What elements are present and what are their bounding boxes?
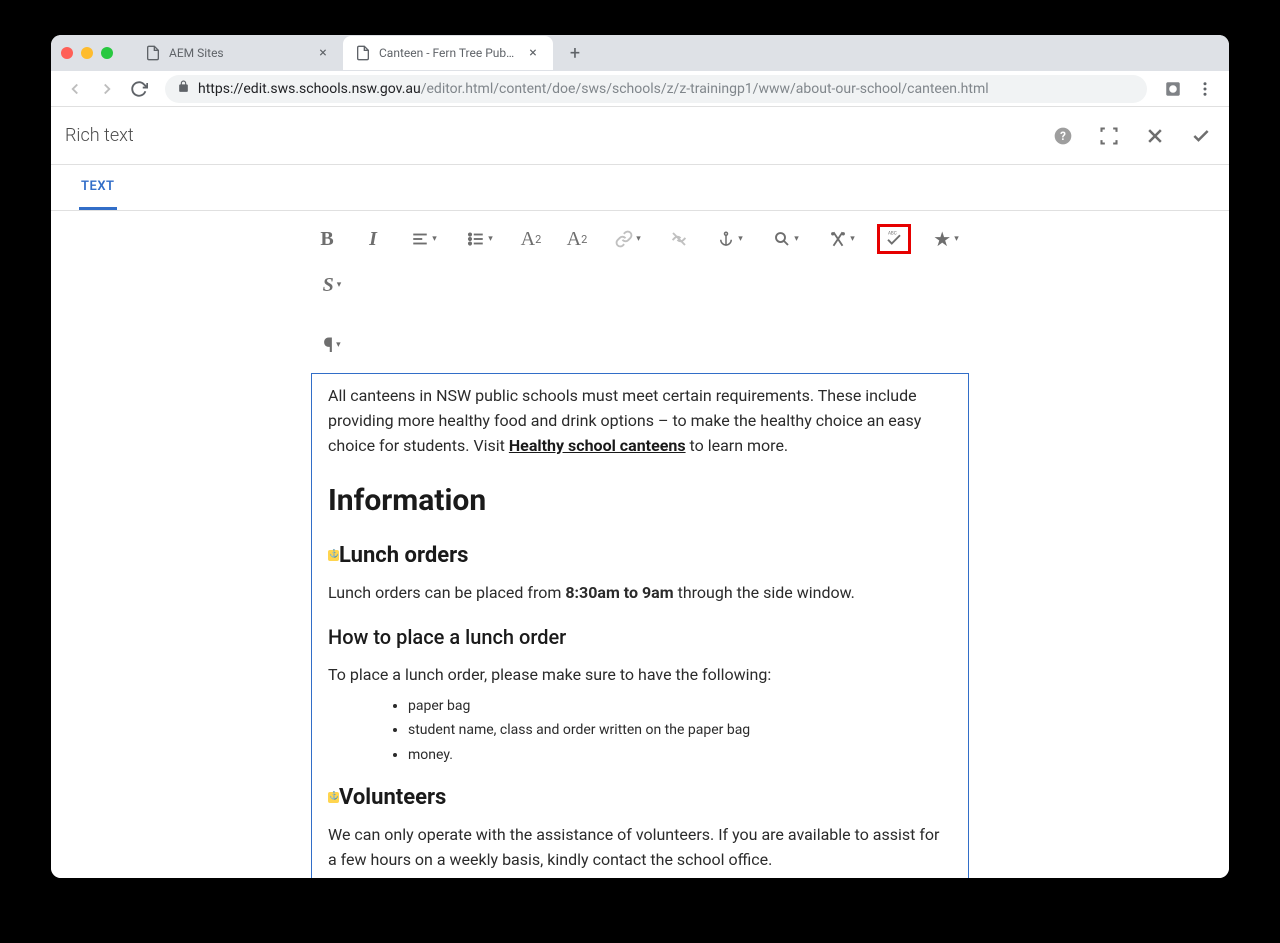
extension-icon[interactable] bbox=[1159, 75, 1187, 103]
dialog-header: Rich text ? bbox=[51, 107, 1229, 165]
misctools-button[interactable]: ▾ bbox=[821, 223, 863, 255]
intro-paragraph[interactable]: All canteens in NSW public schools must … bbox=[328, 384, 952, 458]
browser-tab-bar: AEM Sites × Canteen - Fern Tree Public S… bbox=[51, 35, 1229, 71]
text: to learn more. bbox=[686, 436, 789, 455]
text: through the side window. bbox=[674, 583, 855, 602]
chevron-down-icon: ▾ bbox=[738, 234, 743, 244]
maximize-window-button[interactable] bbox=[101, 47, 113, 59]
justify-button[interactable]: ▾ bbox=[403, 223, 445, 255]
unlink-button[interactable] bbox=[663, 223, 695, 255]
minimize-window-button[interactable] bbox=[81, 47, 93, 59]
specialchars-button[interactable]: ★ ▾ bbox=[925, 223, 967, 255]
spellcheck-button[interactable]: ABC bbox=[877, 224, 911, 254]
svg-text:?: ? bbox=[1060, 129, 1066, 143]
chevron-down-icon: ▾ bbox=[954, 234, 959, 244]
back-button[interactable] bbox=[61, 75, 89, 103]
italic-button[interactable]: I bbox=[357, 223, 389, 255]
how-to-intro-paragraph[interactable]: To place a lunch order, please make sure… bbox=[328, 663, 952, 688]
heading-lunch-orders[interactable]: Lunch orders bbox=[328, 539, 952, 573]
file-icon bbox=[145, 45, 161, 61]
heading-information[interactable]: Information bbox=[328, 478, 952, 525]
url-text: https://edit.sws.schools.nsw.gov.au/edit… bbox=[198, 81, 989, 97]
superscript-button[interactable]: A2 bbox=[561, 223, 593, 255]
anchor-icon bbox=[328, 550, 339, 561]
healthy-canteens-link[interactable]: Healthy school canteens bbox=[509, 436, 686, 455]
app-content: Rich text ? TEXT B I bbox=[51, 107, 1229, 878]
close-tab-button[interactable]: × bbox=[525, 45, 541, 61]
paraformat-button[interactable]: ¶ ▾ bbox=[311, 329, 353, 361]
chevron-down-icon: ▾ bbox=[850, 234, 855, 244]
reload-button[interactable] bbox=[125, 75, 153, 103]
new-tab-button[interactable]: + bbox=[561, 39, 589, 67]
chevron-down-icon: ▾ bbox=[794, 234, 799, 244]
close-tab-button[interactable]: × bbox=[315, 45, 331, 61]
list-item[interactable]: money. bbox=[408, 745, 952, 767]
svg-text:ABC: ABC bbox=[888, 231, 897, 237]
list-button[interactable]: ▾ bbox=[459, 223, 501, 255]
lunch-orders-paragraph[interactable]: Lunch orders can be placed from 8:30am t… bbox=[328, 581, 952, 606]
address-bar-row: https://edit.sws.schools.nsw.gov.au/edit… bbox=[51, 71, 1229, 107]
header-actions: ? bbox=[1049, 122, 1215, 150]
browser-menu-button[interactable] bbox=[1191, 75, 1219, 103]
bold-button[interactable]: B bbox=[311, 223, 343, 255]
browser-tab-2[interactable]: Canteen - Fern Tree Public Sch × bbox=[343, 36, 553, 70]
heading-volunteers[interactable]: Volunteers bbox=[328, 781, 952, 815]
forward-button[interactable] bbox=[93, 75, 121, 103]
help-button[interactable]: ? bbox=[1049, 122, 1077, 150]
styles-button[interactable]: S ▾ bbox=[311, 269, 353, 301]
tab-title: Canteen - Fern Tree Public Sch bbox=[379, 46, 517, 60]
rte-toolbar: B I ▾ ▾ A2 A2 ▾ bbox=[51, 211, 1229, 365]
hyperlink-button[interactable]: ▾ bbox=[607, 223, 649, 255]
heading-text: Volunteers bbox=[339, 781, 446, 815]
heading-text: Lunch orders bbox=[339, 539, 468, 573]
close-window-button[interactable] bbox=[61, 47, 73, 59]
fullscreen-button[interactable] bbox=[1095, 122, 1123, 150]
tab-title: AEM Sites bbox=[169, 46, 307, 60]
lock-icon bbox=[177, 80, 190, 97]
chevron-down-icon: ▾ bbox=[636, 234, 641, 244]
chevron-down-icon: ▾ bbox=[336, 340, 341, 350]
list-item[interactable]: student name, class and order written on… bbox=[408, 720, 952, 742]
window-controls bbox=[61, 47, 113, 59]
browser-window: AEM Sites × Canteen - Fern Tree Public S… bbox=[51, 35, 1229, 878]
anchor-icon bbox=[328, 792, 339, 803]
bold-text: 8:30am to 9am bbox=[565, 583, 673, 602]
chevron-down-icon: ▾ bbox=[432, 234, 437, 244]
dialog-title: Rich text bbox=[65, 125, 1049, 146]
chevron-down-icon: ▾ bbox=[337, 280, 342, 290]
volunteers-paragraph[interactable]: We can only operate with the assistance … bbox=[328, 823, 952, 873]
file-icon bbox=[355, 45, 371, 61]
done-button[interactable] bbox=[1187, 122, 1215, 150]
address-bar[interactable]: https://edit.sws.schools.nsw.gov.au/edit… bbox=[165, 75, 1147, 103]
text: Lunch orders can be placed from bbox=[328, 583, 565, 602]
browser-tab-1[interactable]: AEM Sites × bbox=[133, 36, 343, 70]
cancel-button[interactable] bbox=[1141, 122, 1169, 150]
subscript-button[interactable]: A2 bbox=[515, 223, 547, 255]
tab-text[interactable]: TEXT bbox=[79, 165, 117, 210]
heading-how-to[interactable]: How to place a lunch order bbox=[328, 622, 952, 653]
find-replace-button[interactable]: ▾ bbox=[765, 223, 807, 255]
requirements-list[interactable]: paper bag student name, class and order … bbox=[328, 696, 952, 767]
rich-text-editor[interactable]: All canteens in NSW public schools must … bbox=[311, 373, 969, 878]
editor-tabs: TEXT bbox=[51, 165, 1229, 211]
chevron-down-icon: ▾ bbox=[488, 234, 493, 244]
anchor-button[interactable]: ▾ bbox=[709, 223, 751, 255]
list-item[interactable]: paper bag bbox=[408, 696, 952, 718]
